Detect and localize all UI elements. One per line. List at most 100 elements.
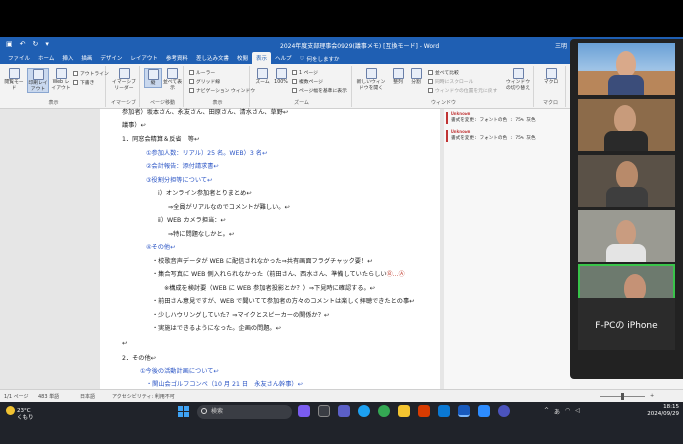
gridlines-checkbox[interactable]: グリッド線 [189, 78, 220, 85]
reset-window-position-button[interactable]: ウィンドウの位置を元に戻す [428, 87, 497, 94]
tab-help[interactable]: ヘルプ [271, 52, 296, 64]
self-view-tile[interactable]: F-PCの iPhone [578, 298, 675, 350]
video-call-panel: F-PCの iPhone [570, 39, 683, 379]
search-icon [201, 408, 207, 414]
tab-layout[interactable]: レイアウト [126, 52, 162, 64]
web-layout-button[interactable]: Web レイアウト [51, 68, 71, 91]
teams-icon[interactable] [338, 405, 350, 417]
chevron-up-icon[interactable]: ^ [544, 407, 549, 416]
office-icon[interactable] [418, 405, 430, 417]
edge-icon[interactable] [358, 405, 370, 417]
desktop-screen: ▣ ↶ ↻ ▾ 2024年度支部理事会0929(議事メモ) [互換モード] - … [0, 0, 683, 444]
document-area: 参加者）坂本さん、永友さん、田原さん、清水さん、草野↩ 議事）↩ 1．同窓会精算… [0, 109, 570, 389]
zoom-app-icon[interactable] [478, 405, 490, 417]
word-count[interactable]: 483 単語 [38, 393, 59, 400]
speaker-icon[interactable]: ◁ [575, 407, 580, 416]
copilot-icon[interactable] [298, 405, 310, 417]
language-indicator[interactable]: 日本語 [80, 393, 95, 400]
redo-icon[interactable]: ↻ [33, 40, 39, 48]
tab-design[interactable]: デザイン [96, 52, 126, 64]
sync-scroll-button[interactable]: 同時にスクロール [428, 78, 473, 85]
clock[interactable]: 18:15 2024/09/29 [647, 404, 679, 418]
task-view-icon[interactable] [318, 405, 330, 417]
draft-icon [73, 80, 78, 85]
zoom-slider-thumb[interactable] [621, 393, 624, 400]
participant-tile[interactable] [578, 155, 675, 207]
participant-avatar [616, 51, 636, 77]
new-window-button[interactable]: 新しいウィンドウを開く [356, 68, 386, 91]
zoom-in-button[interactable]: + [650, 393, 654, 399]
macros-button[interactable]: マクロ [539, 68, 563, 86]
markup-pane: Unknown 書式を変更: フォントの色 : 75% 灰色 Unknown 書… [444, 109, 570, 389]
document-page[interactable]: 参加者）坂本さん、永友さん、田原さん、清水さん、草野↩ 議事）↩ 1．同窓会精算… [100, 109, 440, 389]
comment-text: 書式を変更: フォントの色 : 75% 灰色 [451, 136, 536, 141]
arrange-all-button[interactable]: 整列 [390, 68, 406, 86]
participant-body [606, 244, 646, 262]
tab-view[interactable]: 表示 [251, 52, 271, 64]
store-icon[interactable] [438, 405, 450, 417]
weather-condition: くもり [17, 415, 34, 421]
customize-qat-icon[interactable]: ▾ [45, 40, 49, 48]
participant-avatar [616, 220, 636, 246]
wifi-icon[interactable]: ◠ [565, 407, 570, 416]
ruler-checkbox[interactable]: ルーラー [189, 69, 215, 76]
comment-balloon[interactable]: Unknown 書式を変更: フォントの色 : 75% 灰色 [446, 112, 568, 124]
weather-widget[interactable]: 23°C くもり [6, 406, 34, 422]
navigation-pane-checkbox[interactable]: ナビゲーション ウィンドウ [189, 87, 255, 94]
participant-tile[interactable] [578, 210, 675, 262]
doc-line: ⅰ）オンライン参加者とりまとめ↩ [158, 190, 252, 197]
chrome-icon[interactable] [378, 405, 390, 417]
tell-me-label: 何をしますか [306, 57, 340, 63]
doc-line: ③役割分担等について↩ [146, 177, 213, 184]
vertical-button[interactable]: 縦 [144, 68, 162, 88]
participant-tile[interactable] [578, 43, 675, 95]
participant-body [606, 187, 648, 207]
multiple-pages-button[interactable]: 複数ページ [292, 78, 323, 85]
vertical-icon [147, 69, 159, 80]
windows-logo-icon [178, 406, 183, 411]
top-black-bar [0, 0, 683, 37]
tab-references[interactable]: 参考資料 [162, 52, 192, 64]
page-width-button[interactable]: ページ幅を基準に表示 [292, 87, 347, 94]
doc-line: ⅱ）WEB カメラ担当：↩ [158, 217, 226, 224]
page-move-group-label: ページ移動 [150, 100, 175, 106]
ime-indicator[interactable]: あ [554, 407, 560, 416]
comment-balloon[interactable]: Unknown 書式を変更: フォントの色 : 75% 灰色 [446, 130, 568, 142]
tab-home[interactable]: ホーム [34, 52, 58, 64]
tab-mailings[interactable]: 差し込み文書 [192, 52, 233, 64]
side-by-side-button[interactable]: 並べて表示 [163, 68, 182, 91]
views-group-label: 表示 [48, 100, 59, 106]
comment-text: 書式を変更: フォントの色 : 75% 灰色 [451, 118, 536, 123]
taskbar-search-box[interactable]: 検索 [197, 405, 292, 419]
tab-draw[interactable]: 描画 [77, 52, 96, 64]
split-button[interactable]: 分割 [408, 68, 424, 86]
doc-line: ④その他↩ [146, 244, 176, 251]
outline-button[interactable]: アウトライン [73, 70, 109, 77]
doc-line: ・集合写真に WEB 側入れられなかった（前田さん、西水さん、準備していたらしい… [152, 271, 405, 279]
zoom-100-button[interactable]: 100% [272, 68, 290, 86]
page-count[interactable]: 1/1 ページ [4, 393, 29, 400]
switch-windows-button[interactable]: ウィンドウの切り替え [504, 68, 532, 91]
one-page-button[interactable]: 1 ページ [292, 69, 318, 76]
file-explorer-icon[interactable] [398, 405, 410, 417]
draft-button[interactable]: 下書き [73, 79, 94, 86]
start-button[interactable] [178, 406, 190, 418]
zoom-button[interactable]: ズーム [254, 68, 271, 86]
tab-insert[interactable]: 挿入 [58, 52, 77, 64]
view-side-by-side-button[interactable]: 並べて比較 [428, 69, 459, 76]
tab-file[interactable]: ファイル [4, 52, 34, 64]
participant-tile[interactable] [578, 99, 675, 151]
app-icon[interactable] [498, 405, 510, 417]
print-layout-button[interactable]: 印刷レイアウト [27, 68, 49, 93]
tab-review[interactable]: 校閲 [233, 52, 252, 64]
window-group-label: ウィンドウ [430, 100, 456, 106]
read-mode-button[interactable]: 閲覧モード [3, 68, 25, 91]
tell-me-box[interactable]: ♡ 何をしますか [296, 52, 344, 64]
undo-icon[interactable]: ↶ [20, 40, 26, 48]
word-icon[interactable] [458, 405, 470, 417]
zoom-100-icon [275, 68, 287, 79]
save-icon[interactable]: ▣ [6, 40, 13, 48]
accessibility-status[interactable]: アクセシビリティ: 利用不可 [112, 393, 175, 400]
magnifier-icon [257, 68, 268, 79]
immersive-reader-button[interactable]: イマーシブリーダー [110, 68, 138, 91]
